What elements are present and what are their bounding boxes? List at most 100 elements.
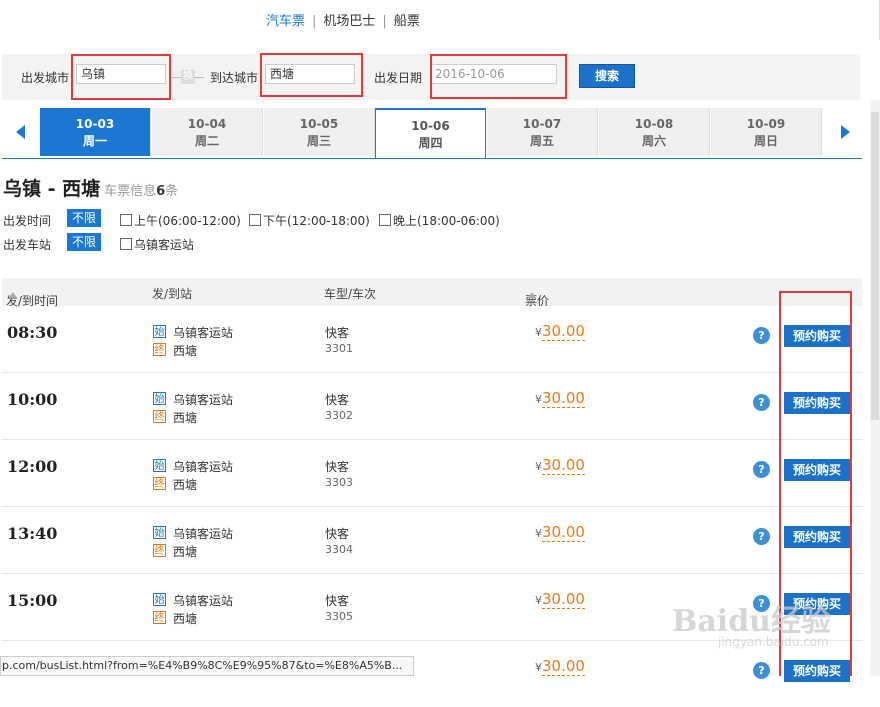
book-button[interactable]: 预约购买	[784, 660, 850, 682]
arrow-right-icon	[841, 125, 850, 139]
watermark-logo: Baidu经验	[672, 604, 831, 639]
ticket-info: 车票信息6条	[104, 184, 179, 199]
departure-time: 15:00	[7, 591, 58, 610]
station-unlimited-button[interactable]: 不限	[67, 233, 101, 251]
swap-icon: 换	[181, 70, 195, 84]
bus-type: 快客	[325, 393, 350, 407]
time-option-evening[interactable]: 晚上(18:00-06:00)	[379, 212, 500, 229]
departure-time: 08:30	[7, 323, 58, 342]
date-tab[interactable]: 10-03 周一	[40, 108, 151, 156]
checkbox[interactable]	[120, 214, 132, 226]
help-icon[interactable]: ?	[753, 662, 770, 679]
ticket-price: ¥30.00	[535, 523, 585, 542]
bus-number: 3302	[325, 409, 353, 422]
departure-time: 10:00	[7, 390, 58, 409]
date-tab[interactable]: 10-09 周日	[711, 108, 822, 156]
header-station: 发/到站	[152, 287, 193, 301]
from-city-input[interactable]: 乌镇	[76, 64, 166, 84]
sort-icon	[528, 292, 536, 298]
end-tag: 终	[153, 343, 166, 356]
prev-dates-button[interactable]	[4, 108, 38, 156]
nav-airport-bus[interactable]: 机场巴士	[323, 14, 375, 29]
table-header: 发/到时间 发/到站 车型/车次 票价	[2, 278, 862, 308]
status-bar-url: p.com/busList.html?from=%E4%B9%8C%E9%95%…	[0, 656, 414, 676]
bus-number: 3305	[325, 610, 353, 623]
help-icon[interactable]: ?	[753, 327, 770, 344]
from-city-label: 出发城市	[21, 71, 70, 85]
search-bar: 出发城市 乌镇 换 到达城市 西塘 出发日期 2016-10-06 搜索	[2, 54, 860, 100]
ticket-price: ¥30.00	[535, 389, 585, 408]
checkbox[interactable]	[379, 214, 391, 226]
ticket-price: ¥30.00	[535, 657, 585, 676]
ticket-count: 6	[156, 184, 166, 199]
time-unlimited-button[interactable]: 不限	[67, 209, 101, 227]
watermark-url: jingyan.baidu.com	[718, 635, 829, 649]
help-icon[interactable]: ?	[753, 461, 770, 478]
from-station: 乌镇客运站	[173, 393, 234, 407]
help-icon[interactable]: ?	[753, 528, 770, 545]
filter-label: 出发时间	[3, 214, 52, 228]
route-title: 乌镇 - 西塘	[3, 178, 101, 200]
to-city-input[interactable]: 西塘	[265, 64, 355, 84]
end-tag: 终	[153, 611, 166, 624]
book-button[interactable]: 预约购买	[784, 325, 850, 347]
header-bus-type: 车型/车次	[324, 287, 377, 301]
category-links: 汽车票 | 机场巴士 | 船票	[266, 10, 420, 29]
bus-type: 快客	[325, 460, 350, 474]
date-label: 出发日期	[374, 71, 423, 85]
nav-separator: |	[312, 14, 317, 29]
nav-ferry-ticket[interactable]: 船票	[394, 14, 420, 29]
ticket-price: ¥30.00	[535, 590, 585, 609]
from-station: 乌镇客运站	[173, 460, 234, 474]
search-button[interactable]: 搜索	[579, 64, 635, 88]
ticket-price: ¥30.00	[535, 456, 585, 475]
date-tab[interactable]: 10-04 周二	[152, 108, 263, 156]
table-row: 10:00 始 乌镇客运站 终 西塘 快客 3302 ¥30.00 ? 预约购买	[2, 373, 862, 440]
start-tag: 始	[153, 593, 166, 606]
book-button[interactable]: 预约购买	[784, 459, 850, 481]
bus-type: 快客	[325, 594, 350, 608]
scrollbar-thumb[interactable]	[871, 112, 879, 420]
end-tag: 终	[153, 410, 166, 423]
date-tab[interactable]: 10-08 周六	[599, 108, 710, 156]
swap-button[interactable]: 换	[172, 70, 204, 84]
filter-label: 出发车站	[3, 238, 52, 252]
table-row: 12:00 始 乌镇客运站 终 西塘 快客 3303 ¥30.00 ? 预约购买	[2, 440, 862, 507]
checkbox[interactable]	[249, 214, 261, 226]
nav-bus-ticket[interactable]: 汽车票	[266, 14, 305, 29]
bus-number: 3304	[325, 543, 353, 556]
book-button[interactable]: 预约购买	[784, 392, 850, 414]
departure-time: 13:40	[7, 524, 58, 543]
from-station: 乌镇客运站	[173, 594, 234, 608]
table-row: 13:40 始 乌镇客运站 终 西塘 快客 3304 ¥30.00 ? 预约购买	[2, 507, 862, 574]
time-option-morning[interactable]: 上午(06:00-12:00)	[120, 212, 241, 229]
bus-number: 3301	[325, 342, 353, 355]
book-button[interactable]: 预约购买	[784, 526, 850, 548]
top-nav: 汽车票 | 机场巴士 | 船票	[0, 0, 880, 40]
to-station: 西塘	[173, 478, 198, 492]
date-tab[interactable]: 10-05 周三	[264, 108, 375, 156]
start-tag: 始	[153, 392, 166, 405]
to-station: 西塘	[173, 411, 198, 425]
bus-type: 快客	[325, 527, 350, 541]
to-station: 西塘	[173, 612, 198, 626]
time-option-afternoon[interactable]: 下午(12:00-18:00)	[249, 212, 370, 229]
to-station: 西塘	[173, 545, 198, 559]
departure-time: 12:00	[7, 457, 58, 476]
end-tag: 终	[153, 544, 166, 557]
start-tag: 始	[153, 325, 166, 338]
arrow-left-icon	[16, 125, 25, 139]
end-tag: 终	[153, 477, 166, 490]
date-tab-selected[interactable]: 10-06 周四	[375, 108, 486, 158]
bus-type: 快客	[325, 326, 350, 340]
station-option[interactable]: 乌镇客运站	[120, 236, 194, 253]
date-input[interactable]: 2016-10-06	[430, 64, 557, 84]
date-tab[interactable]: 10-07 周五	[487, 108, 598, 156]
help-icon[interactable]: ?	[753, 394, 770, 411]
table-row: 08:30 始 乌镇客运站 终 西塘 快客 3301 ¥30.00 ? 预约购买	[2, 306, 862, 373]
scrollbar[interactable]	[870, 100, 880, 676]
ticket-price: ¥30.00	[535, 322, 585, 341]
next-dates-button[interactable]	[828, 108, 862, 156]
checkbox[interactable]	[120, 238, 132, 250]
to-station: 西塘	[173, 344, 198, 358]
